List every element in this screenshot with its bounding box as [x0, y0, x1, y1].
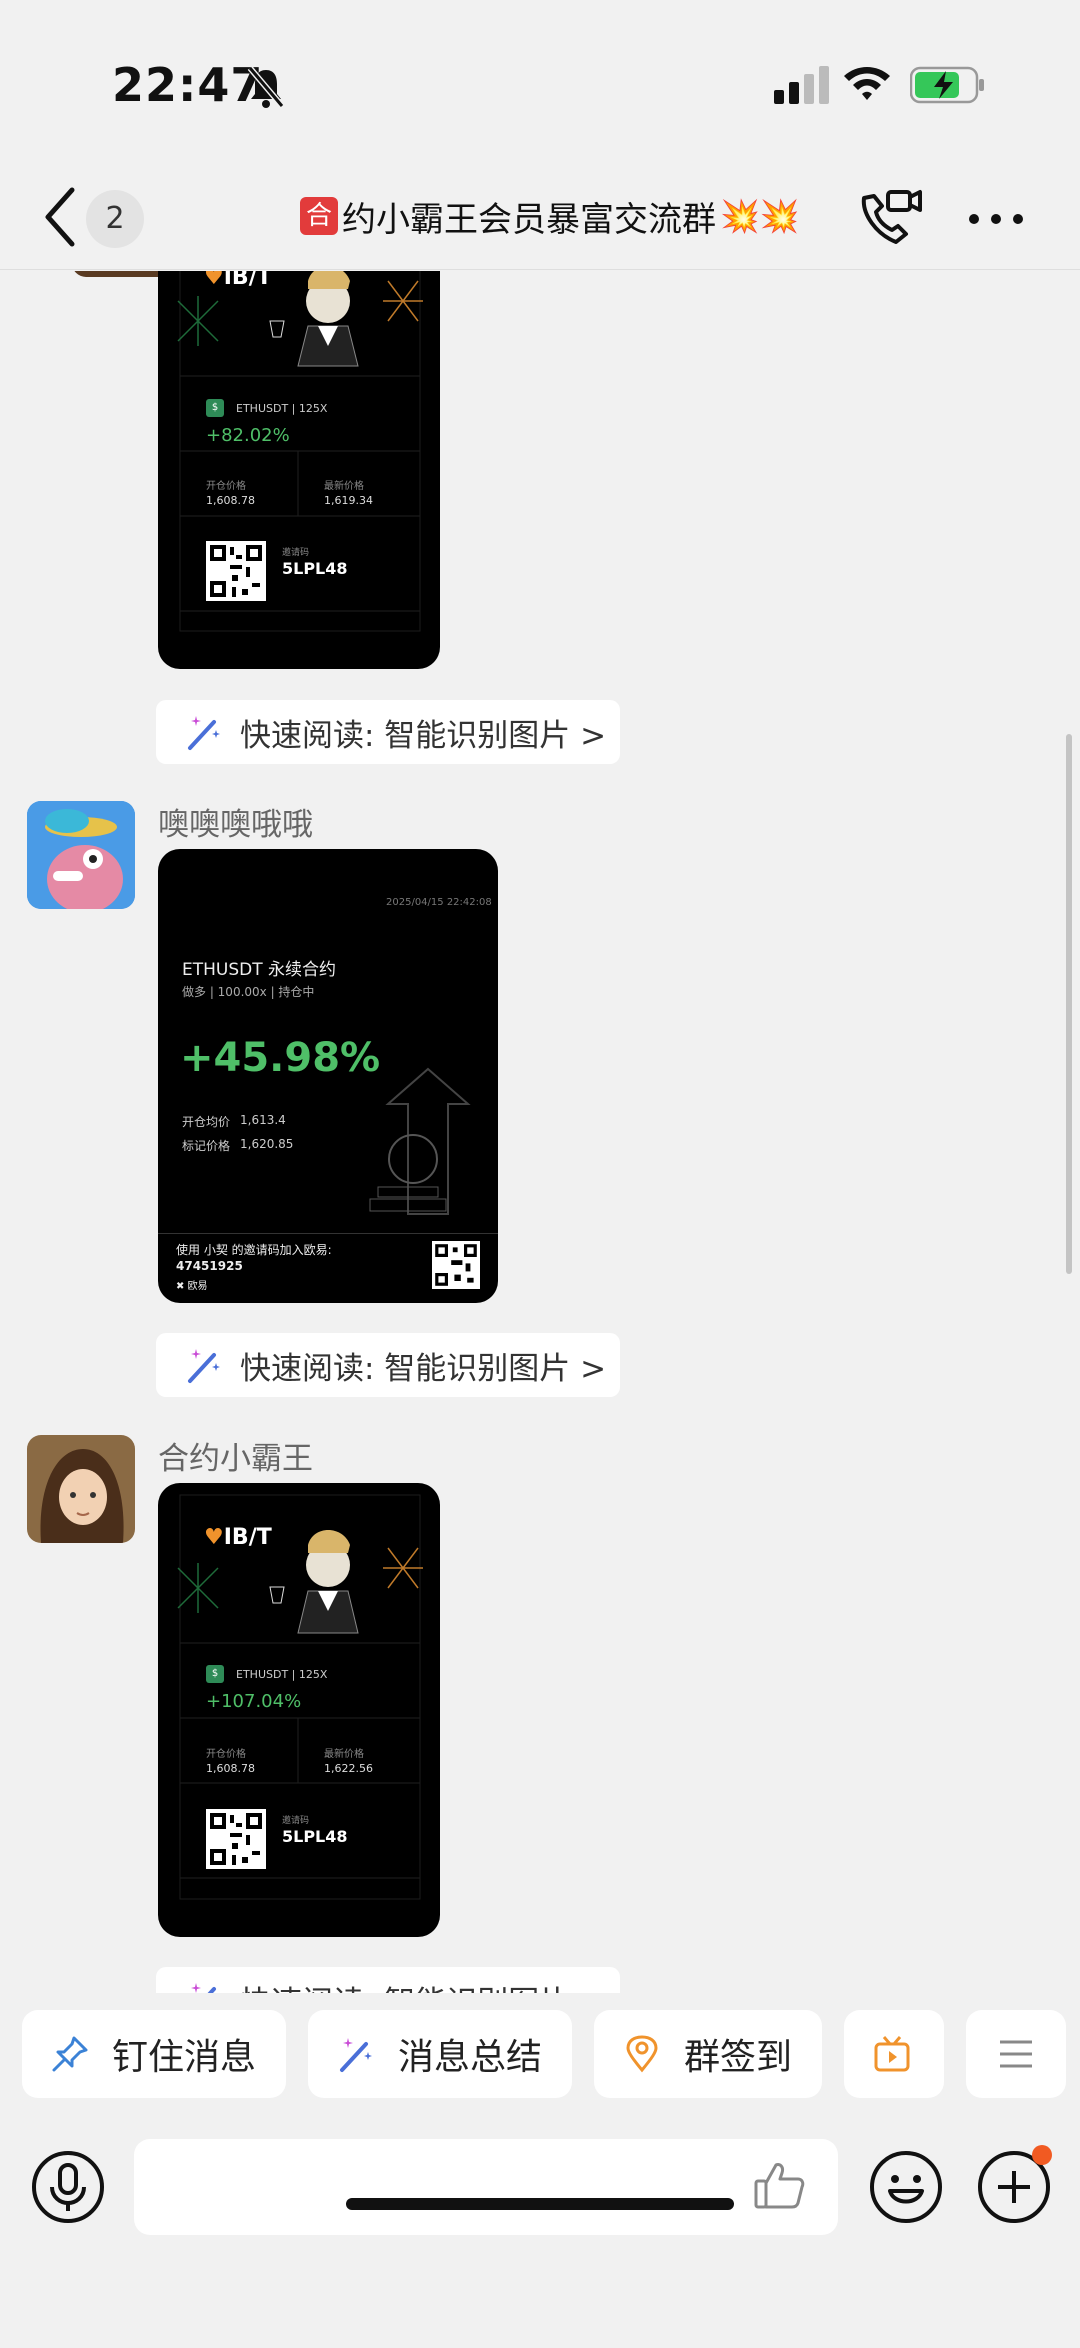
trade-card-ibit[interactable]: ♥IB/T $ ETHUSDT | 125X +107.04% 开仓价格 1,60… — [158, 1483, 440, 1937]
shortcut-menu-button[interactable] — [966, 2010, 1066, 2098]
quick-read-label: 快速阅读: 智能识别图片 > — [240, 717, 607, 754]
wifi-icon — [844, 67, 890, 100]
open-price-label: 开仓价格 — [206, 481, 246, 492]
status-bar: 22:47 — [0, 0, 1080, 170]
live-button[interactable] — [844, 2010, 944, 2098]
coin-icon: $ — [206, 399, 224, 417]
status-time: 22:47 — [112, 58, 264, 112]
group-title-text: 约小霸王会员暴富交流群 — [342, 199, 716, 240]
card-grid-lines — [177, 271, 423, 632]
notification-dot — [1032, 2145, 1052, 2165]
last-price-label: 最新价格 — [324, 481, 364, 492]
trade-card-ibit[interactable]: ♥IB/T $ ETHUSDT | 125X +82.02% 开仓价格 1,608… — [158, 271, 440, 669]
heart-icon: ♥ — [204, 1525, 224, 1550]
timestamp: 2025/04/15 22:42:08 — [386, 897, 492, 908]
avatar[interactable] — [27, 801, 135, 909]
invite-code-label: 邀请码 — [282, 548, 310, 558]
mark-price-label: 标记价格 — [182, 1139, 231, 1153]
group-title[interactable]: 合 约小霸王会员暴富交流群 💥💥 — [300, 186, 820, 246]
chat-header: 2 合 约小霸王会员暴富交流群 💥💥 — [0, 170, 1080, 270]
pin-icon — [52, 2036, 88, 2072]
invite-code: 5LPL48 — [282, 1827, 348, 1846]
avatar-pink-bird — [27, 801, 135, 909]
spark-emoji: 💥💥 — [720, 197, 800, 235]
open-price-value: 1,608.78 — [206, 1762, 255, 1775]
location-pin-icon — [626, 2035, 658, 2073]
menu-icon — [1000, 2040, 1032, 2068]
coin-icon: $ — [206, 1665, 224, 1683]
quick-read-button[interactable]: 快速阅读: 智能识别图片 > — [156, 1333, 620, 1397]
contract-title: ETHUSDT 永续合约 — [182, 960, 337, 980]
pair-label: $ ETHUSDT | 125X — [206, 1665, 327, 1683]
qr-code — [432, 1241, 480, 1289]
input-bar — [0, 2113, 1080, 2348]
last-price-value: 1,622.56 — [324, 1762, 373, 1775]
battery-charging-icon — [910, 66, 984, 104]
pnl-percent: +45.98% — [180, 1035, 381, 1081]
group-checkin-label: 群签到 — [684, 2037, 793, 2078]
phone-video-call-icon[interactable] — [854, 184, 924, 254]
bell-off-icon — [247, 66, 285, 108]
message-input[interactable] — [134, 2139, 838, 2235]
open-price-value: 1,608.78 — [206, 494, 255, 507]
message-summary-label: 消息总结 — [398, 2037, 543, 2078]
qr-code — [206, 1809, 266, 1869]
message-summary-button[interactable]: 消息总结 — [308, 2010, 572, 2098]
scrollbar[interactable] — [1066, 734, 1072, 1274]
emoji-icon[interactable] — [868, 2149, 944, 2225]
quick-read-button[interactable]: 快速阅读: 智能识别图片 > — [156, 700, 620, 764]
open-avg-value: 1,613.4 — [240, 1113, 286, 1127]
open-price-label: 开仓价格 — [206, 1749, 246, 1760]
avatar-anime-girl — [27, 1435, 135, 1543]
signal-icon — [774, 66, 829, 104]
invite-text: 使用 小契 的邀请码加入欧易: — [176, 1243, 332, 1257]
okx-brand: ✖ 欧易 — [176, 1281, 208, 1292]
magic-wand-icon — [188, 1349, 220, 1383]
sender-name: 合约小霸王 — [158, 1441, 313, 1477]
sender-name: 噢噢噢哦哦 — [158, 807, 313, 843]
quick-read-button[interactable]: 快速阅读: 智能识别图片 > — [156, 1967, 620, 1993]
invite-code: 5LPL48 — [282, 559, 348, 578]
heart-icon: ♥ — [204, 271, 224, 290]
title-badge: 合 — [300, 197, 338, 235]
position-detail: 做多 | 100.00x | 持仓中 — [182, 985, 315, 999]
shortcut-bar: 钉住消息 消息总结 群签到 — [0, 1993, 1080, 2113]
open-avg-label: 开仓均价 — [182, 1115, 231, 1129]
okx-logo-icon: ✖ — [176, 1281, 188, 1292]
last-price-value: 1,619.34 — [324, 494, 373, 507]
avatar[interactable] — [27, 1435, 135, 1543]
card-divider — [158, 1233, 498, 1234]
magic-wand-icon — [340, 2038, 372, 2072]
home-indicator[interactable] — [346, 2198, 734, 2210]
pin-message-button[interactable]: 钉住消息 — [22, 2010, 286, 2098]
thumbs-up-icon[interactable] — [752, 2157, 808, 2213]
pnl-percent: +82.02% — [206, 425, 290, 446]
ibit-logo: ♥IB/T — [204, 271, 272, 290]
chat-messages[interactable]: ♥IB/T $ ETHUSDT | 125X +82.02% 开仓价格 1,608… — [0, 271, 1080, 1993]
magic-wand-icon — [191, 1983, 216, 1993]
quick-read-label: 快速阅读: 智能识别图片 > — [240, 1977, 606, 1994]
back-arrow-icon[interactable] — [38, 184, 82, 250]
unread-count-badge[interactable]: 2 — [86, 190, 144, 248]
last-price-label: 最新价格 — [324, 1749, 364, 1760]
mark-price-value: 1,620.85 — [240, 1137, 294, 1151]
group-checkin-button[interactable]: 群签到 — [594, 2010, 822, 2098]
trade-card-okx[interactable]: 2025/04/15 22:42:08 ETHUSDT 永续合约 做多 | 10… — [158, 849, 498, 1303]
more-options-icon[interactable] — [964, 194, 1028, 244]
pnl-percent: +107.04% — [206, 1691, 302, 1712]
quick-read-label: 快速阅读: 智能识别图片 > — [240, 1350, 607, 1387]
pair-label: $ ETHUSDT | 125X — [206, 399, 327, 417]
magic-wand-icon — [188, 716, 220, 750]
chart-arrow-illustration — [369, 1067, 471, 1215]
pin-message-label: 钉住消息 — [112, 2037, 257, 2078]
qr-code — [206, 541, 266, 601]
ibit-logo: ♥IB/T — [204, 1525, 272, 1550]
invite-code-label: 邀请码 — [282, 1816, 310, 1826]
tv-icon — [874, 2036, 910, 2072]
voice-input-icon[interactable] — [30, 2149, 106, 2225]
invite-code: 47451925 — [176, 1259, 243, 1273]
